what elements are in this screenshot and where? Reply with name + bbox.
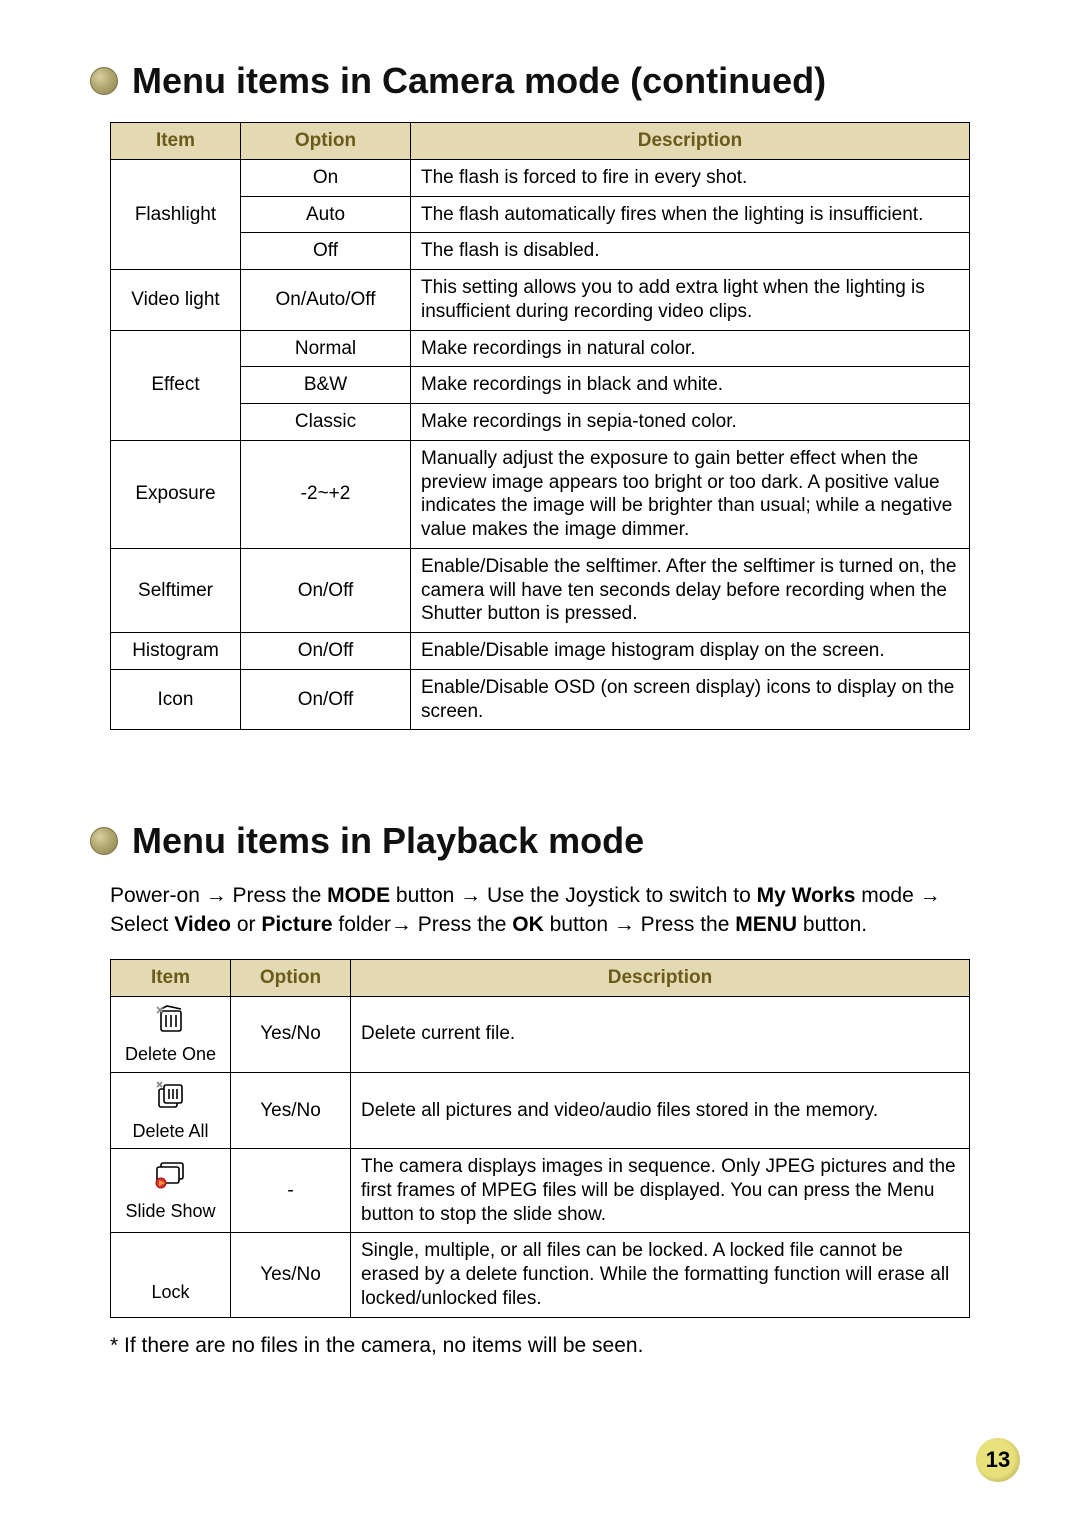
- option-cell: Yes/No: [231, 1072, 351, 1148]
- desc-cell: Manually adjust the exposure to gain bet…: [411, 440, 970, 548]
- section1-title: Menu items in Camera mode (continued): [90, 60, 990, 102]
- table-row: Histogram On/Off Enable/Disable image hi…: [111, 633, 970, 670]
- item-cell: Delete All: [111, 1072, 231, 1148]
- desc-cell: The flash is disabled.: [411, 233, 970, 270]
- item-label: Delete All: [132, 1120, 208, 1143]
- table-row: Slide Show - The camera displays images …: [111, 1149, 970, 1233]
- item-cell: Icon: [111, 669, 241, 730]
- desc-cell: Single, multiple, or all files can be lo…: [351, 1233, 970, 1317]
- desc-cell: Enable/Disable image histogram display o…: [411, 633, 970, 670]
- option-cell: On: [241, 159, 411, 196]
- section2-heading: Menu items in Playback mode: [132, 820, 644, 862]
- instr-bold: MODE: [327, 884, 390, 907]
- item-cell: Selftimer: [111, 548, 241, 632]
- table-row: Video light On/Auto/Off This setting all…: [111, 270, 970, 331]
- option-cell: B&W: [241, 367, 411, 404]
- desc-cell: Enable/Disable OSD (on screen display) i…: [411, 669, 970, 730]
- option-cell: Yes/No: [231, 1233, 351, 1317]
- option-cell: On/Off: [241, 548, 411, 632]
- playback-instructions: Power-on → Press the MODE button → Use t…: [110, 882, 970, 939]
- document-page: Menu items in Camera mode (continued) It…: [0, 0, 1080, 1522]
- bullet-icon: [90, 67, 118, 95]
- option-cell: -: [231, 1149, 351, 1233]
- table-row: Selftimer On/Off Enable/Disable the self…: [111, 548, 970, 632]
- item-cell: Slide Show: [111, 1149, 231, 1233]
- col-desc: Description: [411, 123, 970, 160]
- item-label: Delete One: [125, 1043, 216, 1066]
- trash-one-icon: [151, 1003, 191, 1042]
- table-row: Lock Yes/No Single, multiple, or all fil…: [111, 1233, 970, 1317]
- desc-cell: The flash is forced to fire in every sho…: [411, 159, 970, 196]
- option-cell: Auto: [241, 196, 411, 233]
- section2-title: Menu items in Playback mode: [90, 820, 990, 862]
- desc-cell: Make recordings in sepia-toned color.: [411, 404, 970, 441]
- option-cell: On/Off: [241, 669, 411, 730]
- item-cell: Exposure: [111, 440, 241, 548]
- playback-mode-table: Item Option Description: [110, 959, 970, 1318]
- instr-text: Power-on → Press the: [110, 884, 327, 907]
- table-row: Effect Normal Make recordings in natural…: [111, 330, 970, 367]
- option-cell: Yes/No: [231, 996, 351, 1072]
- instr-text: button → Press the: [544, 913, 735, 936]
- instr-bold: OK: [512, 913, 544, 936]
- desc-cell: Delete all pictures and video/audio file…: [351, 1072, 970, 1148]
- trash-all-icon: [151, 1079, 191, 1118]
- col-option: Option: [231, 959, 351, 996]
- option-cell: Classic: [241, 404, 411, 441]
- item-label: Lock: [151, 1281, 189, 1304]
- instr-text: button.: [797, 913, 867, 936]
- table-row: Delete All Yes/No Delete all pictures an…: [111, 1072, 970, 1148]
- section1-heading: Menu items in Camera mode (continued): [132, 60, 826, 102]
- table-header-row: Item Option Description: [111, 959, 970, 996]
- instr-text: or: [231, 913, 261, 936]
- instr-text: folder→ Press the: [333, 913, 513, 936]
- item-cell: Effect: [111, 330, 241, 440]
- option-cell: On/Off: [241, 633, 411, 670]
- desc-cell: The flash automatically fires when the l…: [411, 196, 970, 233]
- item-cell: Flashlight: [111, 159, 241, 269]
- col-desc: Description: [351, 959, 970, 996]
- table-row: Icon On/Off Enable/Disable OSD (on scree…: [111, 669, 970, 730]
- col-item: Item: [111, 123, 241, 160]
- option-cell: Normal: [241, 330, 411, 367]
- table-row: Delete One Yes/No Delete current file.: [111, 996, 970, 1072]
- option-cell: Off: [241, 233, 411, 270]
- option-cell: On/Auto/Off: [241, 270, 411, 331]
- desc-cell: The camera displays images in sequence. …: [351, 1149, 970, 1233]
- footnote: * If there are no files in the camera, n…: [110, 1334, 990, 1358]
- instr-bold: Video: [174, 913, 231, 936]
- desc-cell: Make recordings in natural color.: [411, 330, 970, 367]
- desc-cell: Delete current file.: [351, 996, 970, 1072]
- instr-bold: My Works: [757, 884, 856, 907]
- item-cell: Histogram: [111, 633, 241, 670]
- instr-bold: MENU: [735, 913, 797, 936]
- desc-cell: Make recordings in black and white.: [411, 367, 970, 404]
- table-header-row: Item Option Description: [111, 123, 970, 160]
- instr-text: button → Use the Joystick to switch to: [390, 884, 757, 907]
- page-number-badge: 13: [976, 1438, 1020, 1482]
- table-row: Exposure -2~+2 Manually adjust the expos…: [111, 440, 970, 548]
- col-option: Option: [241, 123, 411, 160]
- item-cell: Lock: [111, 1233, 231, 1317]
- desc-cell: This setting allows you to add extra lig…: [411, 270, 970, 331]
- col-item: Item: [111, 959, 231, 996]
- item-label: Slide Show: [125, 1200, 215, 1223]
- slideshow-icon: [151, 1159, 191, 1198]
- camera-mode-table: Item Option Description Flashlight On Th…: [110, 122, 970, 730]
- option-cell: -2~+2: [241, 440, 411, 548]
- instr-bold: Picture: [261, 913, 332, 936]
- page-number: 13: [986, 1447, 1010, 1473]
- desc-cell: Enable/Disable the selftimer. After the …: [411, 548, 970, 632]
- table-row: Flashlight On The flash is forced to fir…: [111, 159, 970, 196]
- item-cell: Delete One: [111, 996, 231, 1072]
- item-cell: Video light: [111, 270, 241, 331]
- bullet-icon: [90, 827, 118, 855]
